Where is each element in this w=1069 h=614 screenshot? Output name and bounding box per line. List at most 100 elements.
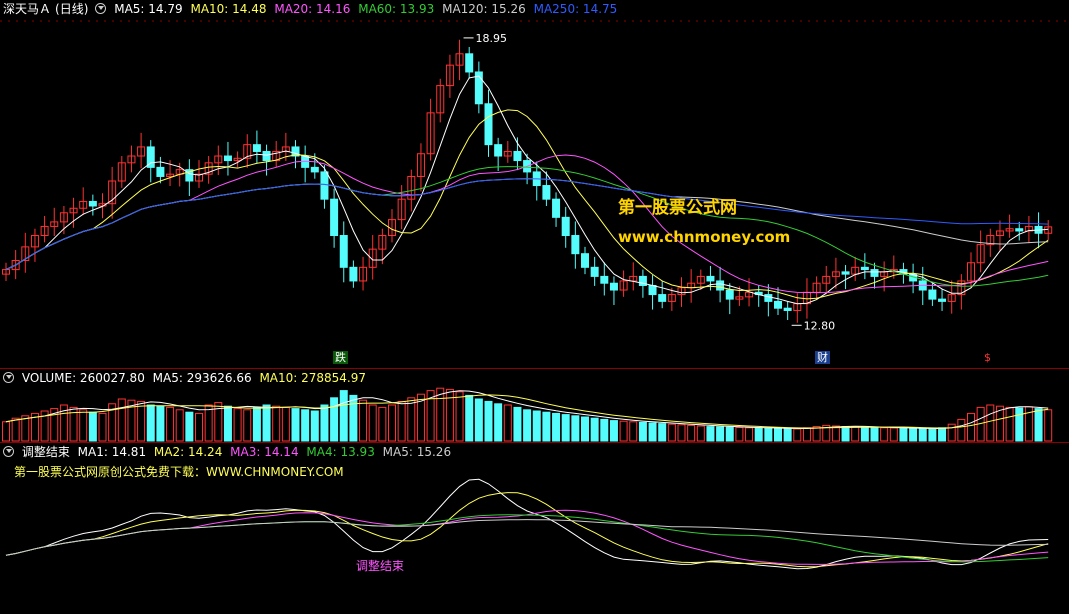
ind-ma5-line bbox=[5, 519, 1049, 556]
ma120-line bbox=[5, 178, 1049, 271]
price-panel[interactable]: 深天马Ａ (日线) MA5: 14.79 MA10: 14.48 MA20: 14… bbox=[0, 0, 1069, 368]
volume-bar bbox=[484, 400, 493, 442]
volume-bar bbox=[503, 404, 512, 442]
volume-bar bbox=[474, 398, 483, 442]
volume-bar bbox=[465, 394, 474, 442]
candle-body bbox=[783, 307, 792, 311]
volume-bar bbox=[793, 428, 802, 442]
volume-bar bbox=[831, 425, 840, 442]
volume-bar bbox=[1005, 406, 1014, 442]
volume-bar bbox=[629, 421, 638, 442]
volume-bar bbox=[156, 405, 165, 442]
volume-bar bbox=[561, 414, 570, 442]
candle-body bbox=[262, 150, 271, 162]
candle-body bbox=[774, 300, 782, 309]
volume-bar bbox=[523, 409, 532, 442]
volume-bar bbox=[581, 416, 589, 442]
volume-bar bbox=[330, 397, 339, 442]
candle-body bbox=[310, 166, 319, 173]
volume-bar bbox=[967, 412, 975, 442]
indicator-panel[interactable]: 调整结束 MA1: 14.81 MA2: 14.24 MA3: 14.14 MA… bbox=[0, 443, 1069, 614]
volume-bar bbox=[754, 427, 763, 442]
volume-bar bbox=[339, 390, 348, 442]
volume-bar bbox=[928, 428, 937, 442]
volume-bar bbox=[658, 423, 667, 442]
volume-bar bbox=[735, 427, 744, 442]
candle-body bbox=[561, 216, 570, 237]
volume-bar bbox=[98, 412, 107, 442]
candle-body bbox=[841, 271, 850, 275]
watermark-url: www.chnmoney.com bbox=[618, 228, 791, 246]
volume-bar bbox=[166, 406, 175, 442]
volume-bar bbox=[609, 420, 618, 442]
candle-body bbox=[542, 185, 551, 200]
volume-bar bbox=[291, 408, 300, 442]
volume-bar bbox=[812, 426, 821, 442]
volume-bar bbox=[696, 425, 705, 442]
low-price-label: 12.80 bbox=[804, 319, 836, 332]
volume-bar bbox=[455, 391, 464, 442]
volume-bar bbox=[687, 424, 696, 442]
volume-bar bbox=[195, 412, 203, 442]
volume-bar bbox=[774, 428, 782, 442]
volume-bar bbox=[957, 418, 966, 442]
volume-bar bbox=[204, 404, 213, 442]
candle-body bbox=[88, 200, 97, 207]
candle-body bbox=[513, 150, 522, 162]
candle-body bbox=[581, 253, 589, 268]
volume-bar bbox=[667, 423, 676, 442]
volume-bar bbox=[79, 409, 88, 442]
volume-bar bbox=[137, 400, 146, 442]
volume-bar bbox=[870, 427, 879, 442]
volume-bar bbox=[802, 427, 811, 442]
volume-bar bbox=[185, 411, 194, 442]
candle-body bbox=[870, 269, 879, 277]
volume-bar bbox=[1044, 409, 1053, 442]
volume-bar bbox=[938, 427, 947, 442]
volume-bar bbox=[851, 426, 860, 442]
candle-body bbox=[156, 166, 165, 177]
volume-bar bbox=[590, 417, 599, 442]
volume-bar bbox=[638, 421, 647, 442]
volume-bar bbox=[986, 404, 995, 442]
volume-bar bbox=[320, 404, 329, 442]
candle-body bbox=[590, 266, 599, 277]
volume-bar bbox=[783, 428, 792, 442]
volume-bar bbox=[21, 415, 30, 442]
volume-bar bbox=[918, 428, 927, 442]
candle-body bbox=[725, 289, 734, 300]
volume-bar bbox=[542, 411, 551, 442]
candle-body bbox=[928, 289, 937, 300]
volume-bar bbox=[11, 417, 20, 442]
volume-chart[interactable] bbox=[0, 369, 1069, 442]
candle-body bbox=[716, 280, 725, 291]
candle-body bbox=[571, 235, 580, 255]
volume-bar bbox=[378, 406, 387, 442]
high-price-label: 18.95 bbox=[476, 32, 508, 45]
candlestick-chart[interactable]: 18.95 12.80 bbox=[0, 0, 1069, 368]
candle-body bbox=[938, 298, 947, 302]
tag-cai: 财 bbox=[815, 351, 830, 364]
volume-bar bbox=[677, 424, 686, 442]
volume-panel[interactable]: VOLUME: 260027.80 MA5: 293626.66 MA10: 2… bbox=[0, 369, 1069, 442]
candle-body bbox=[648, 284, 657, 296]
volume-bar bbox=[494, 403, 503, 442]
volume-bar bbox=[445, 388, 454, 442]
candle-body bbox=[860, 266, 869, 271]
volume-bar bbox=[909, 428, 918, 442]
candle-body bbox=[349, 266, 358, 282]
tag-s: $ bbox=[984, 351, 991, 364]
candle-body bbox=[600, 275, 609, 284]
volume-bar bbox=[436, 387, 445, 442]
volume-bar bbox=[175, 409, 184, 442]
indicator-chart[interactable] bbox=[0, 443, 1069, 614]
volume-bar bbox=[745, 427, 754, 442]
volume-bar bbox=[552, 412, 561, 442]
watermark-cn: 第一股票公式网 bbox=[618, 198, 737, 218]
volume-bar bbox=[648, 422, 657, 442]
candle-body bbox=[252, 144, 261, 152]
volume-bar bbox=[889, 427, 898, 442]
candle-body bbox=[658, 294, 667, 302]
candle-body bbox=[1015, 228, 1024, 232]
volume-bar bbox=[88, 411, 97, 442]
